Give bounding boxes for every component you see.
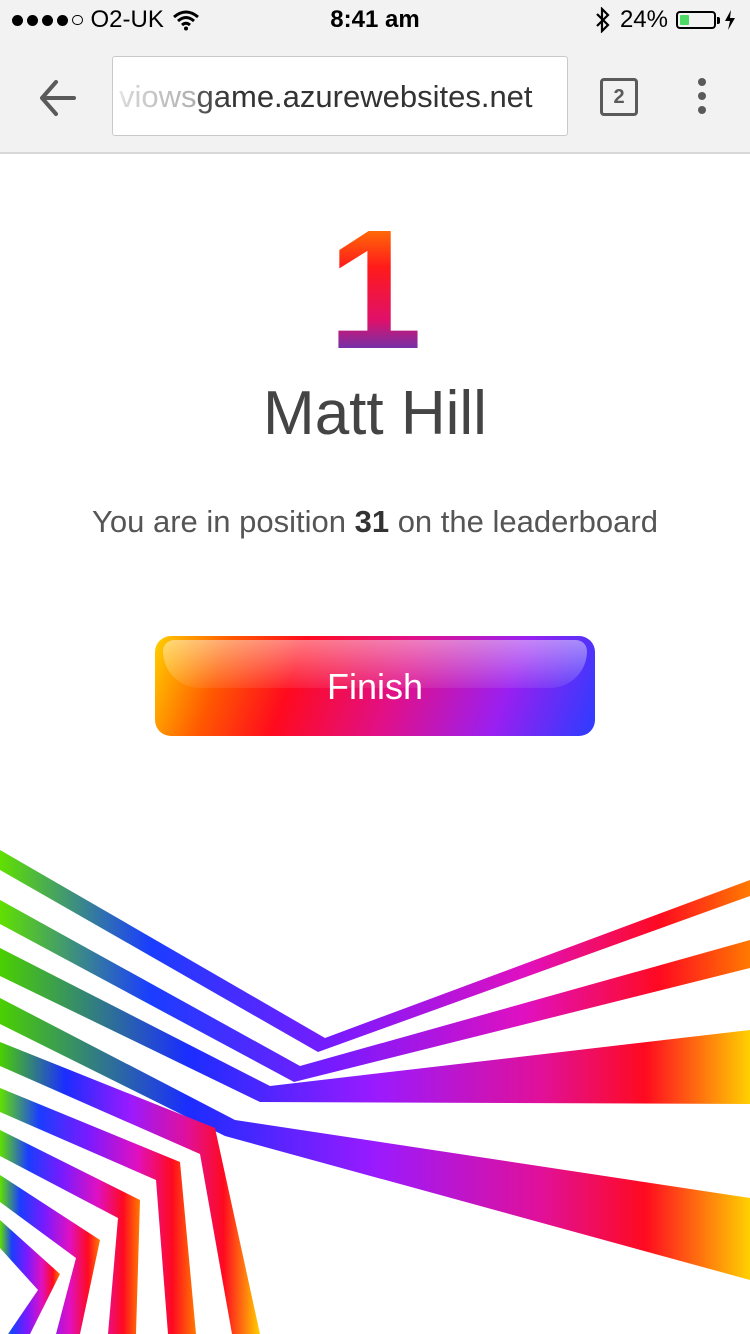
leaderboard-position: 31	[354, 504, 390, 539]
battery-percent: 24%	[619, 6, 668, 33]
msg-before: You are in position	[92, 504, 355, 539]
rainbow-ribbons-graphic	[0, 850, 750, 1334]
overflow-menu-icon[interactable]	[690, 78, 714, 118]
status-right: 24%	[594, 6, 736, 34]
player-name: Matt Hill	[263, 379, 487, 448]
leaderboard-message: You are in position 31 on the leaderboar…	[0, 500, 750, 544]
bluetooth-icon	[596, 7, 610, 33]
status-bar: O2-UK 8:41 am 24%	[0, 0, 750, 40]
browser-toolbar: viowsgame.azurewebsites.net 2	[0, 40, 750, 154]
url-domain: game.azurewebsites.net	[196, 79, 533, 114]
tab-switcher-button[interactable]: 2	[600, 78, 638, 116]
battery-icon	[676, 11, 720, 29]
rank-number: 1	[0, 205, 750, 375]
finish-button[interactable]: Finish	[155, 636, 595, 736]
msg-after: on the leaderboard	[389, 504, 658, 539]
url-fade	[113, 57, 233, 135]
finish-label: Finish	[326, 666, 424, 707]
charging-icon	[725, 10, 735, 30]
url-bar[interactable]: viowsgame.azurewebsites.net	[112, 56, 568, 136]
back-arrow-icon[interactable]	[34, 76, 78, 120]
